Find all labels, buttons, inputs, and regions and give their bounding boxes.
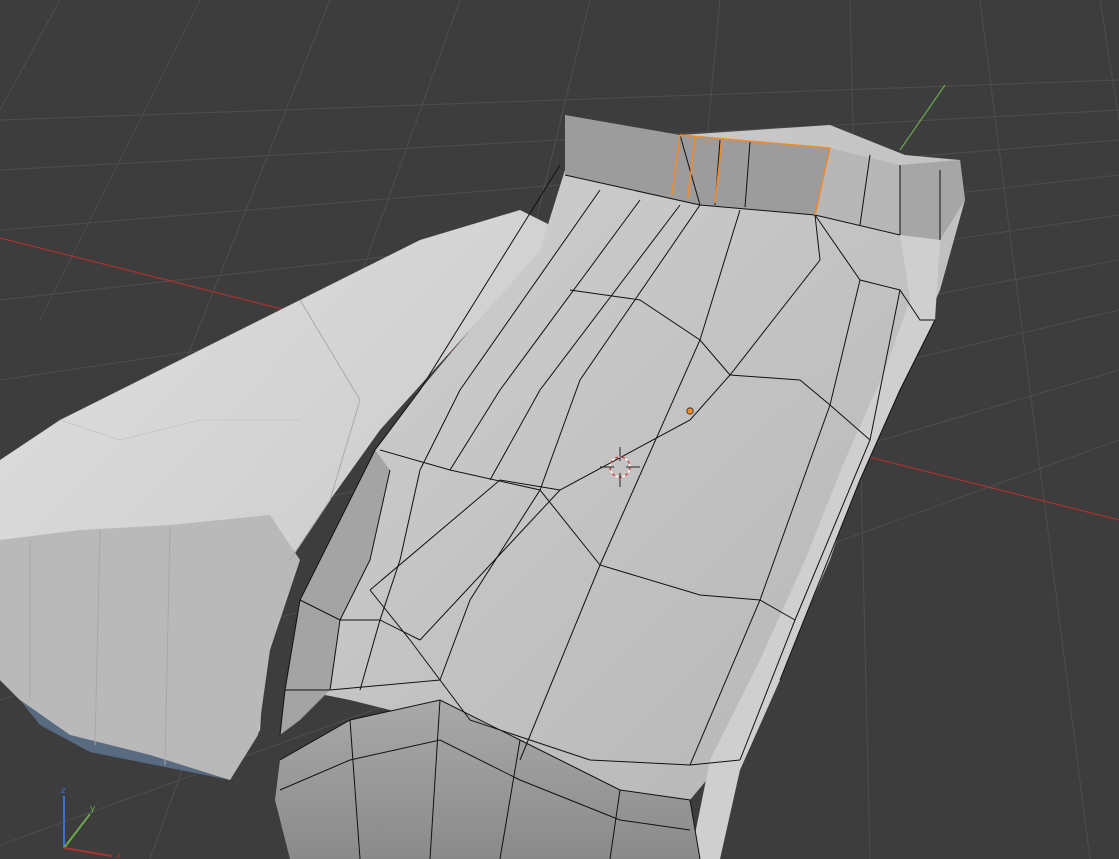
gizmo-z-label: z	[61, 786, 66, 796]
gizmo-x-axis	[63, 847, 113, 857]
3d-viewport[interactable]: z y x	[0, 0, 1119, 859]
y-axis-line	[899, 84, 946, 151]
gizmo-x-label: x	[116, 851, 122, 859]
gizmo-y-axis	[63, 813, 91, 849]
axis-gizmo: z y x	[61, 786, 122, 859]
gizmo-y-label: y	[90, 804, 96, 814]
viewport-canvas[interactable]: z y x	[0, 0, 1119, 859]
object-origin[interactable]	[686, 407, 694, 415]
